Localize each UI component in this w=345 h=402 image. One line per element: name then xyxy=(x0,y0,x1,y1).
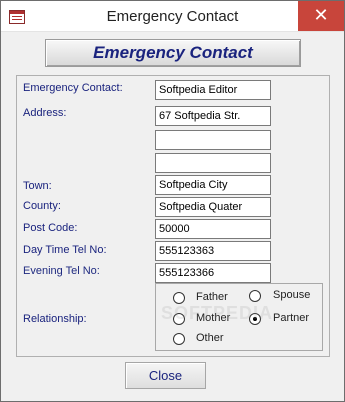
county-field[interactable]: Softpedia Quater xyxy=(155,197,271,217)
day-tel-field[interactable]: 555123363 xyxy=(155,241,271,261)
other-radio-label[interactable]: Other xyxy=(196,332,224,344)
address-line-2-field[interactable] xyxy=(155,130,271,150)
softpedia-watermark: SOFTPEDIA xyxy=(161,303,274,323)
spouse-radio-label[interactable]: Spouse xyxy=(273,289,310,301)
form-header-button[interactable]: Emergency Contact xyxy=(45,39,301,67)
evening-tel-label: Evening Tel No: xyxy=(23,265,100,277)
partner-radio-label[interactable]: Partner xyxy=(273,312,309,324)
title-bar[interactable]: Emergency Contact ✕ xyxy=(1,1,344,32)
other-radio[interactable] xyxy=(173,333,185,345)
father-radio-label[interactable]: Father xyxy=(196,291,228,303)
address-line-1-field[interactable]: 67 Softpedia Str. xyxy=(155,106,271,126)
dialog-window: Emergency Contact ✕ Emergency Contact Em… xyxy=(0,0,345,402)
spouse-radio[interactable] xyxy=(249,290,261,302)
window-close-icon[interactable]: ✕ xyxy=(298,1,344,31)
address-label: Address: xyxy=(23,107,67,119)
close-button[interactable]: Close xyxy=(125,362,206,389)
emergency-contact-field[interactable]: Softpedia Editor xyxy=(155,80,271,100)
emergency-contact-label: Emergency Contact: xyxy=(23,82,123,94)
town-label: Town: xyxy=(23,180,52,192)
post-code-field[interactable]: 50000 xyxy=(155,219,271,239)
day-tel-label: Day Time Tel No: xyxy=(23,244,107,256)
town-field[interactable]: Softpedia City xyxy=(155,175,271,195)
window-title: Emergency Contact xyxy=(106,8,239,25)
address-line-3-field[interactable] xyxy=(155,153,271,173)
relationship-label: Relationship: xyxy=(23,313,87,325)
post-code-label: Post Code: xyxy=(23,222,78,234)
evening-tel-field[interactable]: 555123366 xyxy=(155,263,271,283)
county-label: County: xyxy=(23,200,61,212)
